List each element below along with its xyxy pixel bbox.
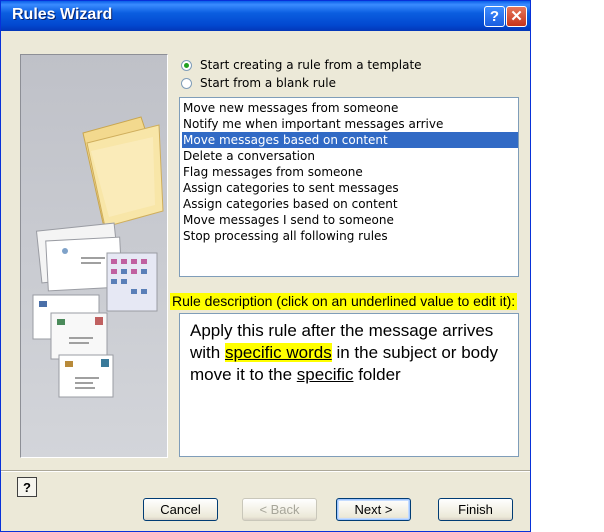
template-item[interactable]: Notify me when important messages arrive	[182, 116, 518, 132]
radio-selected-dot	[184, 62, 189, 68]
description-line-3-suffix: folder	[353, 365, 401, 384]
template-item[interactable]: Assign categories based on content	[182, 196, 518, 212]
specific-words-link[interactable]: specific words	[224, 343, 332, 362]
radio-from-template[interactable]	[181, 59, 192, 71]
back-button[interactable]: < Back	[242, 498, 317, 521]
help-button[interactable]: ?	[484, 6, 505, 27]
template-item[interactable]: Move messages I send to someone	[182, 212, 518, 228]
template-item-selected[interactable]: Move messages based on content	[182, 132, 518, 148]
rules-wizard-dialog: Rules Wizard ? ✕ Start creating a rule f…	[0, 0, 531, 532]
template-item[interactable]: Move new messages from someone	[182, 100, 518, 116]
option-blank-rule[interactable]: Start from a blank rule	[181, 75, 336, 91]
template-item[interactable]: Assign categories to sent messages	[182, 180, 518, 196]
option-from-template[interactable]: Start creating a rule from a template	[181, 57, 422, 73]
cancel-button[interactable]: Cancel	[143, 498, 218, 521]
radio-blank-rule[interactable]	[181, 77, 192, 89]
description-line-1: Apply this rule after the message arrive…	[190, 321, 494, 340]
envelopes-folder-illustration	[21, 55, 167, 457]
window-title: Rules Wizard	[12, 6, 113, 23]
option-from-template-label: Start creating a rule from a template	[200, 58, 422, 72]
close-button[interactable]: ✕	[506, 6, 527, 27]
help-icon-glyph: ?	[23, 479, 31, 495]
title-bar[interactable]: Rules Wizard ? ✕	[1, 1, 530, 31]
wizard-illustration	[20, 54, 168, 458]
specific-folder-link[interactable]: specific	[297, 365, 354, 384]
template-item[interactable]: Flag messages from someone	[182, 164, 518, 180]
template-item[interactable]: Stop processing all following rules	[182, 228, 518, 244]
rule-description-box: Apply this rule after the message arrive…	[179, 313, 519, 457]
description-line-2-suffix: in the subject or body	[331, 343, 499, 362]
option-blank-rule-label: Start from a blank rule	[200, 76, 336, 90]
description-line-3: move it to the specific folder	[190, 364, 518, 386]
template-list[interactable]: Move new messages from someone Notify me…	[179, 97, 519, 277]
description-line-3-prefix: move it to the	[190, 365, 297, 384]
finish-button[interactable]: Finish	[438, 498, 513, 521]
description-line-2: with specific words in the subject or bo…	[190, 342, 518, 364]
footer-divider	[1, 470, 530, 472]
description-line-2-prefix: with	[190, 343, 225, 362]
help-glyph: ?	[489, 8, 500, 25]
next-button[interactable]: Next >	[336, 498, 411, 521]
close-icon: ✕	[510, 8, 523, 25]
template-item[interactable]: Delete a conversation	[182, 148, 518, 164]
question-mark-icon[interactable]: ?	[17, 477, 37, 497]
rule-description-label: Rule description (click on an underlined…	[170, 293, 518, 310]
